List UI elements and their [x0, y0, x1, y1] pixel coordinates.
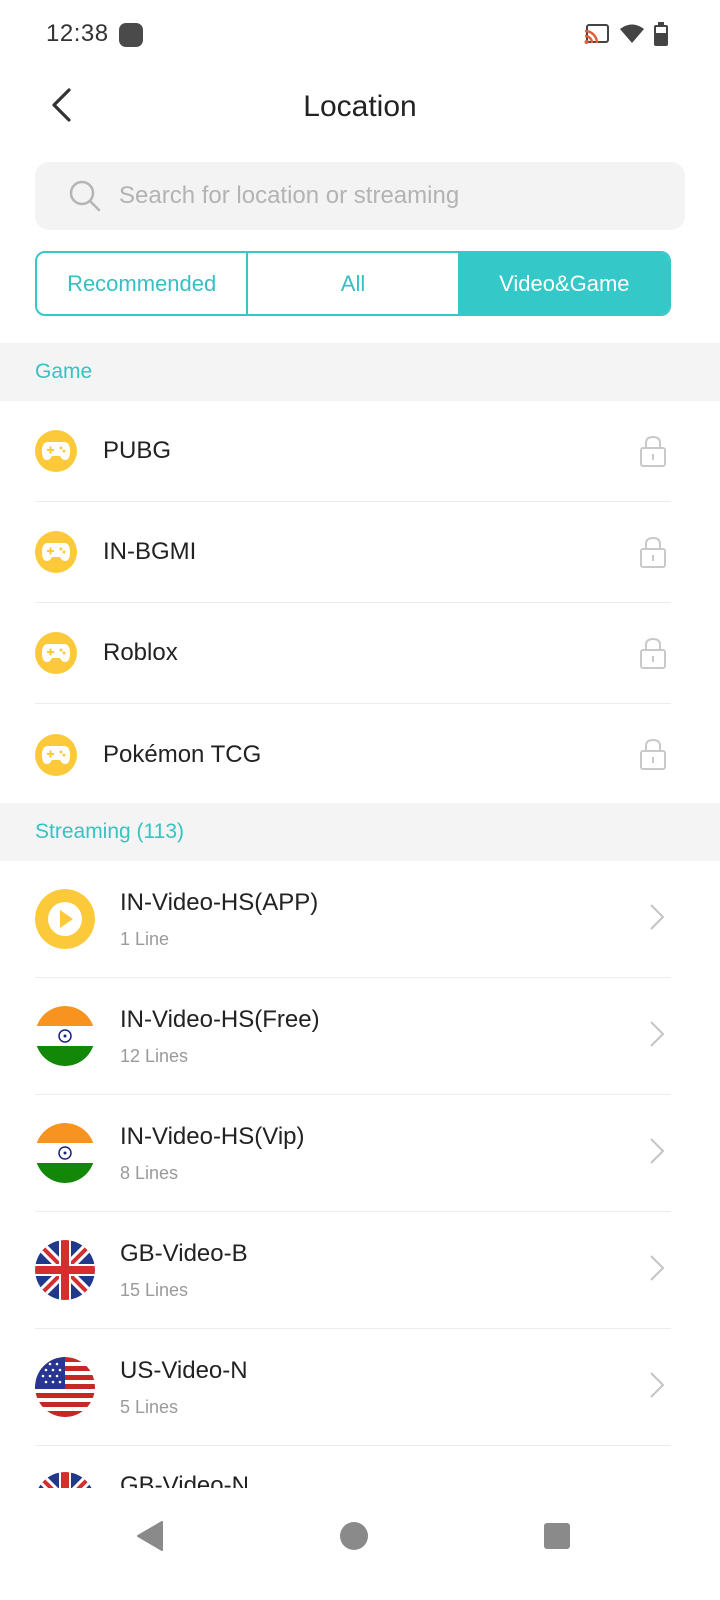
chevron-right-icon	[649, 1254, 665, 1287]
header: Location	[0, 70, 720, 150]
stream-text: IN-Video-HS(Free) 12 Lines	[120, 1006, 671, 1067]
section-header-game: Game	[0, 343, 720, 401]
stream-name: IN-Video-HS(Free)	[120, 1005, 320, 1033]
wifi-icon	[620, 24, 644, 49]
india-flag-icon	[35, 1006, 95, 1066]
stream-lines: 15 Lines	[120, 1279, 189, 1300]
stream-name: GB-Video-B	[120, 1239, 248, 1267]
status-bar: 12:38	[0, 0, 720, 70]
game-name: IN-BGMI	[103, 538, 197, 565]
tab-all[interactable]: All	[248, 253, 460, 314]
india-flag-icon	[35, 1123, 95, 1183]
nav-recents-button[interactable]	[527, 1508, 587, 1568]
game-name: Roblox	[103, 639, 178, 666]
home-circle-icon	[339, 1521, 369, 1556]
stream-name: IN-Video-HS(Vip)	[120, 1122, 305, 1150]
cast-icon	[584, 23, 610, 50]
search-bar[interactable]	[35, 162, 685, 230]
lock-icon	[639, 637, 667, 674]
tab-bar: Recommended All Video&Game	[35, 251, 671, 316]
tab-recommended[interactable]: Recommended	[37, 253, 249, 314]
lock-icon	[639, 435, 667, 472]
gamepad-icon	[35, 531, 77, 573]
stream-lines: 8 Lines	[120, 1162, 179, 1183]
us-flag-icon	[35, 1357, 95, 1417]
list-item-gb-video-b[interactable]: GB-Video-B 15 Lines	[35, 1212, 671, 1329]
nav-home-button[interactable]	[324, 1508, 384, 1568]
game-name: Pokémon TCG	[103, 740, 262, 768]
tab-video-game[interactable]: Video&Game	[459, 253, 669, 314]
lock-icon	[639, 738, 667, 775]
game-name: PUBG	[103, 437, 172, 464]
stream-lines: 5 Lines	[120, 1396, 179, 1417]
lock-icon	[639, 536, 667, 573]
chevron-right-icon	[649, 1020, 665, 1053]
chevron-right-icon	[649, 903, 665, 936]
list-item-in-video-hs-free[interactable]: IN-Video-HS(Free) 12 Lines	[35, 978, 671, 1095]
gamepad-icon	[35, 733, 77, 776]
stream-lines: 1 Line	[120, 928, 170, 949]
list-item-in-bgmi[interactable]: IN-BGMI	[35, 502, 671, 603]
list-item-gb-video-n[interactable]: GB-Video-N	[35, 1470, 671, 1490]
recents-square-icon	[543, 1522, 571, 1555]
status-time: 12:38	[46, 20, 109, 47]
page-title: Location	[303, 90, 417, 123]
uk-flag-icon	[35, 1240, 95, 1300]
chevron-right-icon	[649, 1137, 665, 1170]
stream-text: IN-Video-HS(APP) 1 Line	[120, 889, 671, 950]
navigation-bar	[0, 1488, 720, 1600]
stream-lines: 12 Lines	[120, 1045, 189, 1066]
nav-back-button[interactable]	[120, 1508, 180, 1568]
status-icons	[584, 22, 668, 51]
back-triangle-icon	[136, 1520, 164, 1557]
stream-text: GB-Video-B 15 Lines	[120, 1240, 671, 1301]
stream-text: US-Video-N 5 Lines	[120, 1357, 671, 1418]
list-item-pokemon-tcg[interactable]: Pokémon TCG	[35, 704, 671, 805]
search-icon	[69, 180, 101, 217]
list-item-roblox[interactable]: Roblox	[35, 603, 671, 704]
search-input[interactable]	[119, 162, 659, 230]
section-header-streaming: Streaming (113)	[0, 803, 720, 861]
battery-icon	[654, 22, 668, 51]
play-icon	[35, 889, 95, 949]
gamepad-icon	[35, 430, 77, 472]
stream-name: US-Video-N	[120, 1356, 248, 1384]
list-item-in-video-hs-vip[interactable]: IN-Video-HS(Vip) 8 Lines	[35, 1095, 671, 1212]
stream-name: IN-Video-HS(APP)	[120, 888, 319, 916]
gamepad-icon	[35, 632, 77, 674]
list-item-us-video-n[interactable]: US-Video-N 5 Lines	[35, 1329, 671, 1446]
stream-text: IN-Video-HS(Vip) 8 Lines	[120, 1123, 671, 1184]
chevron-right-icon	[649, 1371, 665, 1404]
list-item-pubg[interactable]: PUBG	[35, 401, 671, 502]
notification-icon	[119, 23, 143, 47]
list-item-in-video-hs-app[interactable]: IN-Video-HS(APP) 1 Line	[35, 861, 671, 978]
